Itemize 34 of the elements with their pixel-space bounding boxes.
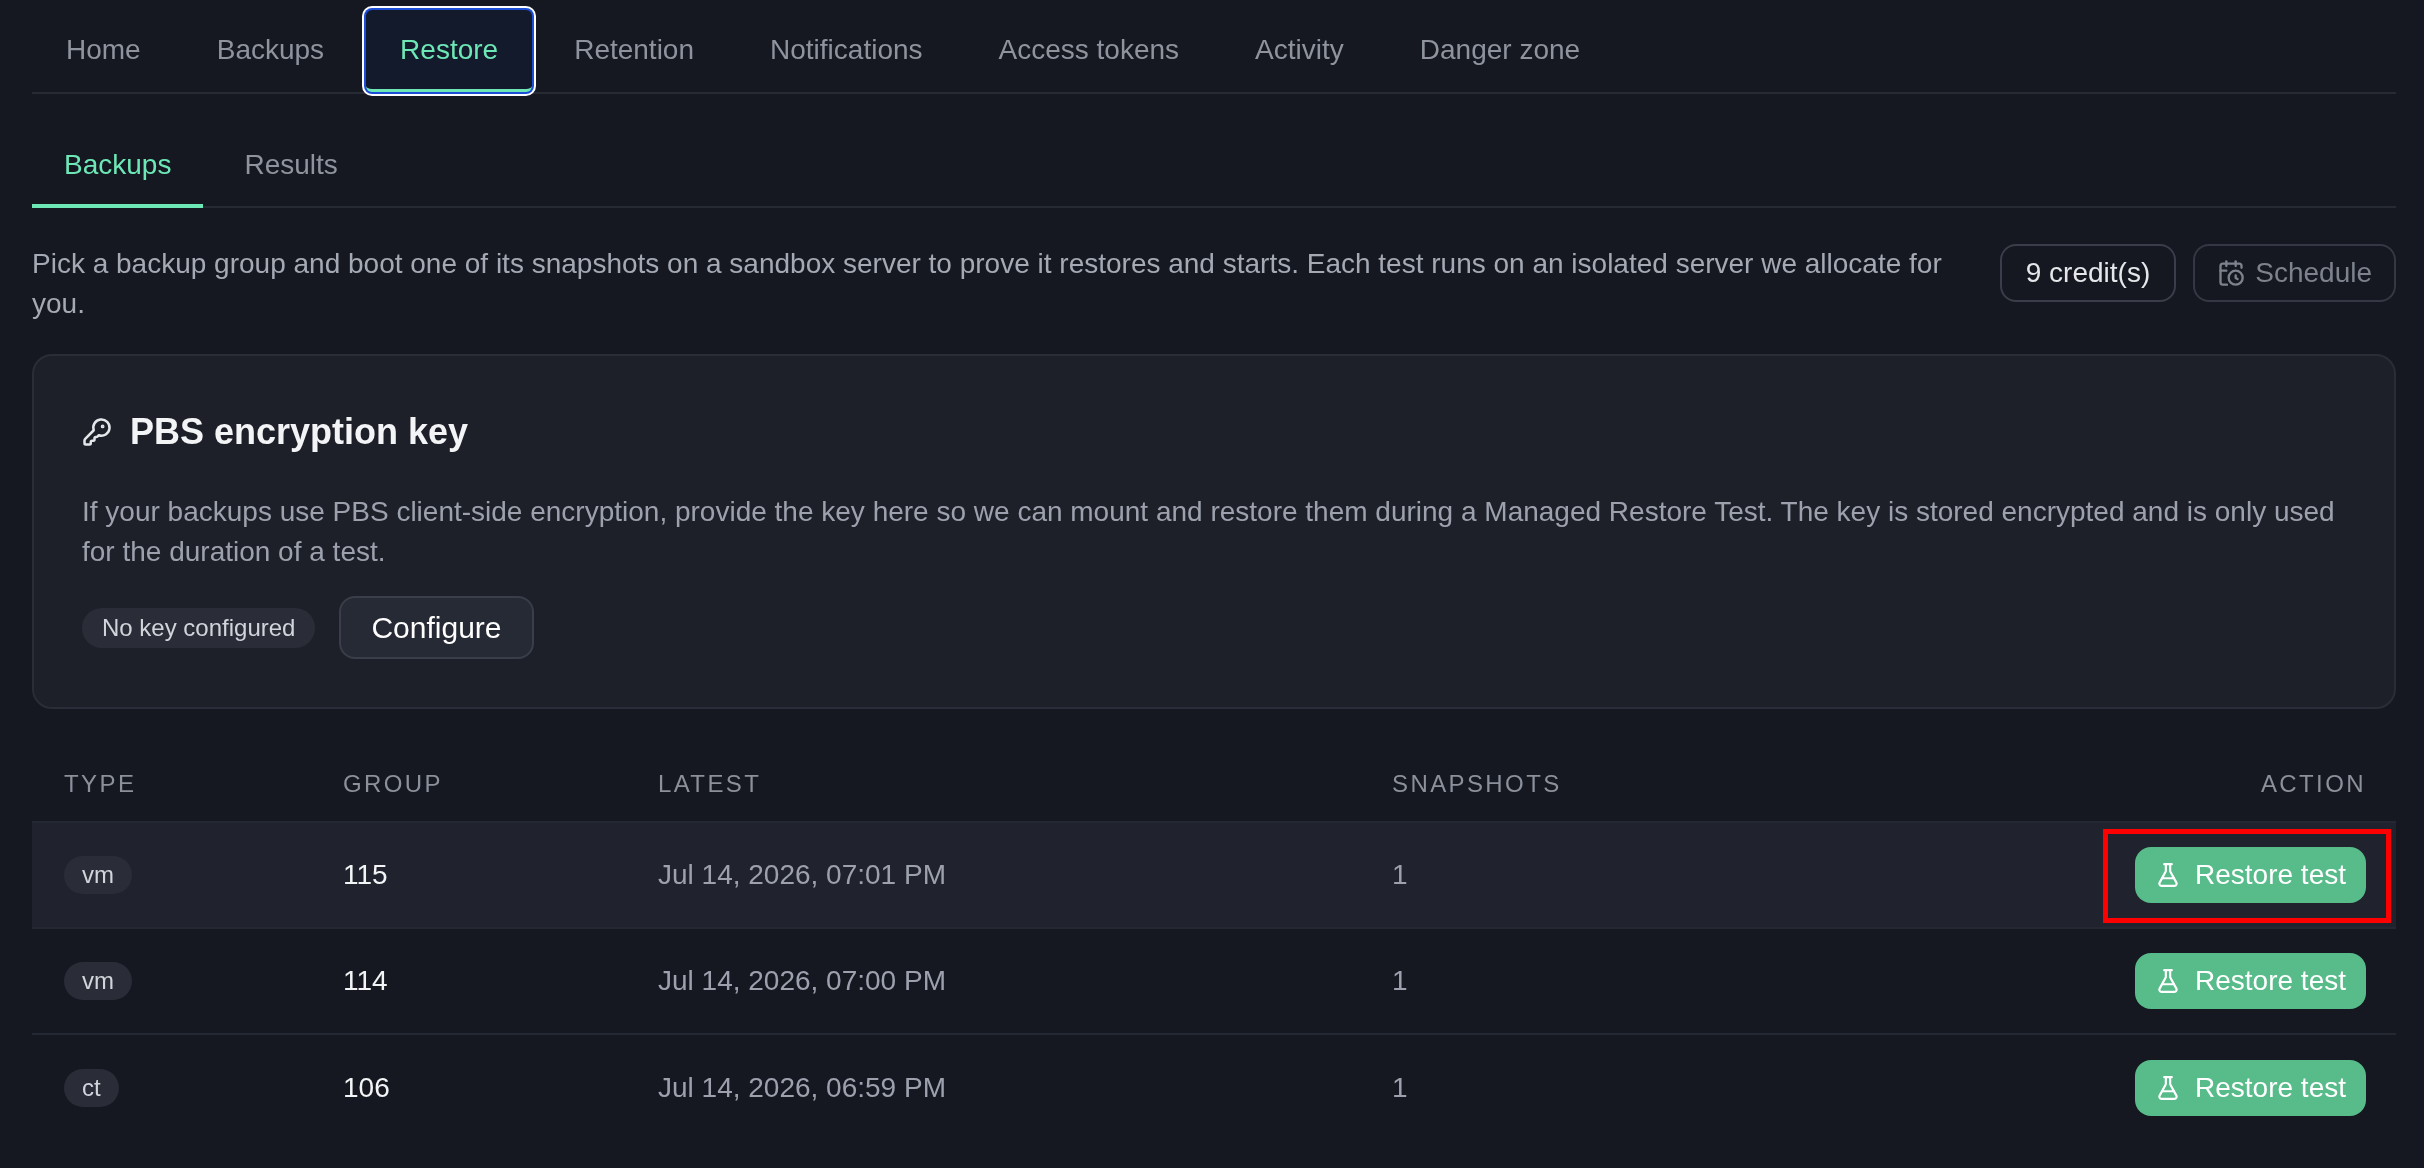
credits-button[interactable]: 9 credit(s) [1999, 244, 2177, 302]
nav-tab[interactable]: Access tokens [964, 10, 1214, 92]
snapshot-count: 1 [1392, 965, 1408, 996]
column-header: LATEST [658, 770, 762, 797]
nav-tab[interactable]: Activity [1221, 10, 1378, 92]
snapshot-count: 1 [1392, 859, 1408, 890]
column-header: GROUP [343, 770, 443, 797]
nav-tab[interactable]: Danger zone [1385, 10, 1615, 92]
sub-tab[interactable]: Backups [32, 126, 204, 208]
type-badge: vm [64, 962, 132, 1000]
key-status-badge: No key configured [82, 607, 316, 648]
latest-date: Jul 14, 2026, 07:01 PM [658, 859, 946, 890]
sub-tab[interactable]: Results [212, 126, 370, 208]
latest-date: Jul 14, 2026, 06:59 PM [658, 1072, 946, 1103]
type-badge: ct [64, 1069, 119, 1107]
card-title: PBS encryption key [130, 410, 469, 454]
group-id: 114 [343, 965, 388, 996]
snapshot-count: 1 [1392, 1072, 1408, 1103]
configure-button[interactable]: Configure [339, 596, 534, 659]
nav-tab[interactable]: Retention [540, 10, 729, 92]
group-id: 106 [343, 1072, 390, 1103]
intro-text: Pick a backup group and boot one of its snapshots on a sandbox server to prove it restores and starts. Each test runs on an isolated server we allocate for you. [32, 247, 1943, 321]
column-header: SNAPSHOTS [1392, 770, 1562, 797]
column-header: ACTION [2260, 770, 2366, 797]
nav-tab[interactable]: Backups [182, 10, 359, 92]
calendar-clock-icon [2217, 259, 2246, 287]
latest-date: Jul 14, 2026, 07:00 PM [658, 965, 946, 996]
key-icon [82, 417, 112, 447]
card-description: If your backups use PBS client-side encryption, provide the key here so we can mount and restore them during a Managed Restore Test. The key is stored encrypted and is only used for the duration of a test. [82, 495, 2336, 569]
nav-tab[interactable]: Notifications [736, 10, 957, 92]
column-header: TYPE [64, 770, 137, 797]
type-badge: vm [64, 856, 132, 894]
group-id: 115 [343, 859, 388, 890]
nav-tab[interactable]: Home [32, 10, 175, 92]
